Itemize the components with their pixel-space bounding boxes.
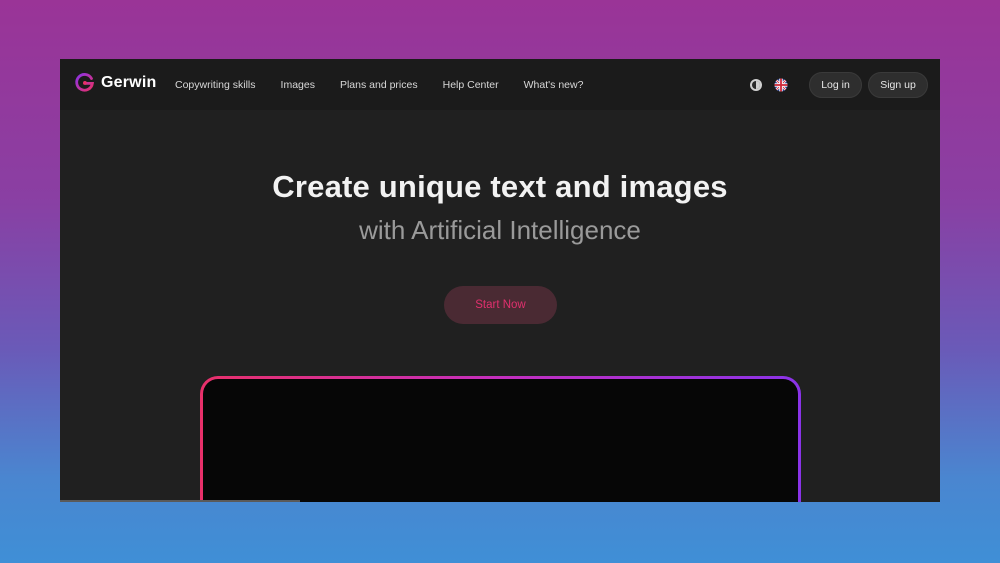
hero-title: Create unique text and images [272, 169, 728, 204]
language-flag-icon [774, 78, 788, 91]
nav-whats-new[interactable]: What's new? [524, 79, 584, 91]
nav-copywriting-skills[interactable]: Copywriting skills [175, 79, 256, 91]
preview-panel [203, 379, 798, 502]
login-button[interactable]: Log in [809, 71, 862, 98]
bottom-divider [60, 500, 300, 502]
nav-plans-and-prices[interactable]: Plans and prices [340, 79, 418, 91]
signup-button[interactable]: Sign up [868, 71, 928, 98]
gerwin-logo-icon [75, 73, 94, 92]
nav-images[interactable]: Images [281, 79, 315, 91]
uk-flag-icon[interactable] [773, 77, 789, 93]
top-navbar: Gerwin Copywriting skills Images Plans a… [60, 59, 940, 110]
start-now-button[interactable]: Start Now [444, 286, 557, 324]
theme-toggle-icon [750, 78, 762, 91]
hero-subtitle: with Artificial Intelligence [359, 215, 641, 245]
brand-logo[interactable]: Gerwin [74, 72, 156, 93]
brand-name: Gerwin [101, 73, 157, 91]
nav-actions: Log in Sign up [748, 59, 928, 110]
main-nav: Copywriting skills Images Plans and pric… [175, 59, 583, 110]
preview-frame [200, 376, 801, 502]
nav-help-center[interactable]: Help Center [443, 79, 499, 91]
contrast-icon[interactable] [748, 77, 764, 93]
browser-window: Gerwin Copywriting skills Images Plans a… [60, 59, 940, 502]
